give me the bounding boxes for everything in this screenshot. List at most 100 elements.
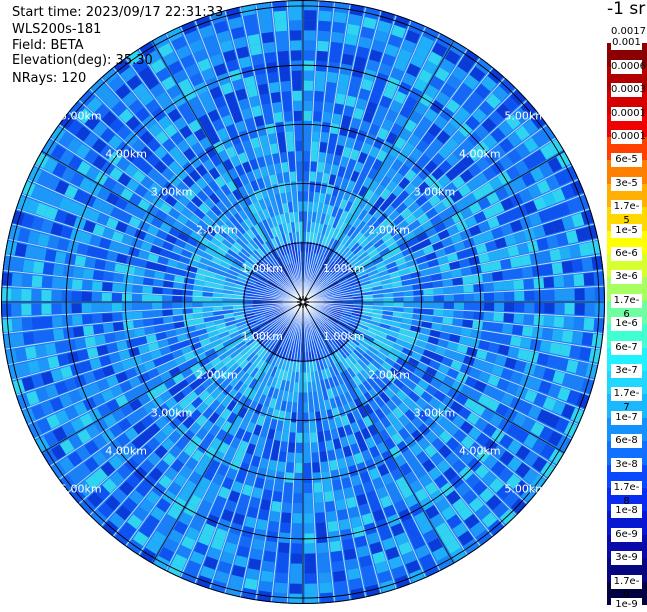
range-ring-label: 4.00km <box>459 444 501 457</box>
range-gate <box>121 303 133 311</box>
range-gate <box>44 249 57 262</box>
range-gate <box>393 297 404 302</box>
range-gate <box>81 303 92 313</box>
range-gate <box>304 483 313 494</box>
range-gate <box>311 452 320 463</box>
range-gate <box>492 271 504 281</box>
range-gate <box>303 181 309 192</box>
range-gate <box>142 286 153 294</box>
range-gate <box>31 303 42 316</box>
range-gate <box>285 131 294 142</box>
colorbar-tick-label: 0.0006 <box>611 59 646 74</box>
range-gate <box>172 295 183 302</box>
range-gate <box>34 247 47 260</box>
range-gate <box>304 593 318 604</box>
range-gate <box>594 303 605 316</box>
range-gate <box>280 522 291 534</box>
range-gate <box>310 422 317 433</box>
range-gate <box>482 272 494 282</box>
range-gate <box>212 302 223 307</box>
range-gate <box>443 294 454 302</box>
range-gate <box>24 245 37 259</box>
range-gate <box>330 41 343 54</box>
nrays-label: NRays: 120 <box>12 71 87 86</box>
range-gate <box>298 211 303 222</box>
range-ring-label: 3.00km <box>151 406 193 419</box>
range-gate <box>303 191 309 202</box>
range-gate <box>494 302 505 312</box>
range-gate <box>309 171 316 182</box>
range-gate <box>248 558 261 571</box>
range-gate <box>91 303 102 313</box>
range-gate <box>82 325 95 336</box>
range-gate <box>322 111 332 123</box>
range-gate <box>303 140 311 152</box>
range-gate <box>541 263 554 276</box>
range-gate <box>330 550 343 563</box>
range-gate <box>484 302 495 311</box>
range-gate <box>41 276 53 288</box>
range-gate <box>310 151 318 162</box>
range-gate <box>296 442 303 453</box>
range-gate <box>122 284 133 293</box>
range-gate <box>297 191 303 202</box>
range-gate <box>91 281 103 291</box>
range-gate <box>311 141 319 152</box>
range-ring-label: 1.00km <box>323 330 365 343</box>
range-gate <box>539 250 552 263</box>
range-gate <box>272 101 282 113</box>
range-gate <box>287 151 295 162</box>
range-gate <box>503 280 514 291</box>
range-gate <box>423 302 434 309</box>
range-gate <box>290 50 302 61</box>
range-gate <box>21 274 33 287</box>
range-gate <box>92 313 103 324</box>
range-gate <box>433 287 444 295</box>
range-gate <box>318 572 332 584</box>
range-gate <box>41 303 52 315</box>
range-gate <box>304 553 316 564</box>
range-gate <box>283 111 293 122</box>
range-gate <box>502 323 514 334</box>
range-gate <box>345 558 359 571</box>
center-cross-icon <box>297 296 309 308</box>
range-gate <box>315 522 327 534</box>
range-gate <box>333 570 346 583</box>
range-gate <box>303 422 310 433</box>
range-gate <box>270 91 281 103</box>
colorbar-tick-label: 6e-9 <box>611 527 642 542</box>
range-gate <box>584 287 595 301</box>
range-gate <box>41 289 52 301</box>
range-gate <box>277 552 289 564</box>
range-gate <box>423 295 434 302</box>
range-gate <box>303 442 311 453</box>
range-gate <box>403 296 414 302</box>
range-gate <box>102 282 113 292</box>
range-gate <box>564 303 575 315</box>
range-gate <box>321 121 331 133</box>
range-gate <box>311 442 319 453</box>
range-gate <box>249 43 263 56</box>
range-gate <box>502 269 514 280</box>
range-gate <box>292 90 302 101</box>
range-gate <box>521 326 534 337</box>
range-ring-label: 5.00km <box>504 482 546 495</box>
range-gate <box>319 582 333 594</box>
range-gate <box>315 70 326 82</box>
range-gate <box>317 552 330 564</box>
range-gate <box>326 510 337 523</box>
range-gate <box>327 520 339 533</box>
range-ring-label: 5.00km <box>504 110 546 123</box>
range-gate <box>281 91 292 102</box>
range-gate <box>504 302 515 312</box>
range-gate <box>303 110 312 121</box>
range-gate <box>292 523 303 534</box>
range-gate <box>504 291 515 301</box>
range-gate <box>32 261 45 274</box>
range-gate <box>303 211 308 222</box>
range-gate <box>463 311 474 319</box>
colorbar-tick-label: 3e-8 <box>611 457 642 472</box>
range-gate <box>463 284 474 293</box>
range-ring-label: 2.00km <box>196 368 238 381</box>
range-gate <box>303 171 310 182</box>
